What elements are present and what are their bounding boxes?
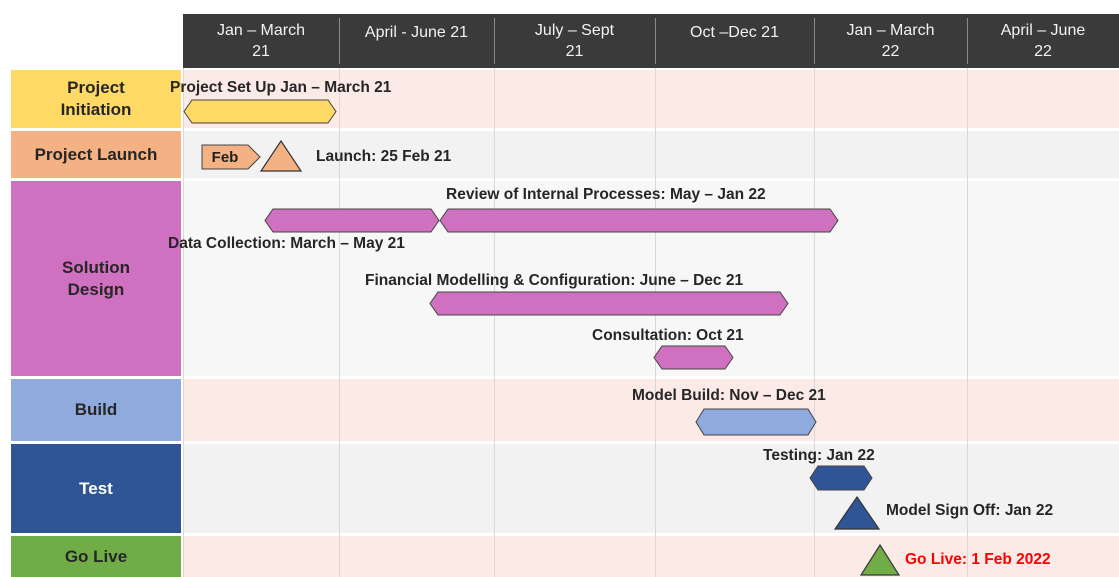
milestone-marker	[859, 543, 901, 576]
task-bar	[264, 208, 440, 233]
milestone-label-launch: Launch: 25 Feb 21	[316, 148, 452, 165]
task-label-testing: Testing: Jan 22	[763, 447, 875, 464]
task-label-project-set-up: Project Set Up Jan – March 21	[170, 79, 392, 96]
milestone-marker	[833, 495, 881, 530]
task-bar	[439, 208, 839, 233]
milestone-label-model-sign-off: Model Sign Off: Jan 22	[886, 502, 1054, 519]
task-label-model-build: Model Build: Nov – Dec 21	[632, 387, 826, 404]
task-bar	[653, 345, 734, 370]
task-bar	[183, 99, 337, 124]
milestone-label-go-live: Go Live: 1 Feb 2022	[905, 551, 1051, 568]
task-label-financial-modelling: Financial Modelling & Configuration: Jun…	[365, 272, 744, 289]
launch-marker-label: Feb	[211, 148, 239, 166]
task-bar	[809, 465, 873, 491]
task-label-review-internal-processes: Review of Internal Processes: May – Jan …	[446, 186, 766, 203]
gantt-chart: Jan – March 21 April - June 21 July – Se…	[0, 0, 1119, 577]
task-bar	[429, 291, 789, 316]
task-label-data-collection: Data Collection: March – May 21	[168, 235, 405, 252]
task-label-consultation: Consultation: Oct 21	[592, 327, 744, 344]
task-bar	[695, 408, 817, 436]
milestone-marker	[259, 139, 303, 172]
